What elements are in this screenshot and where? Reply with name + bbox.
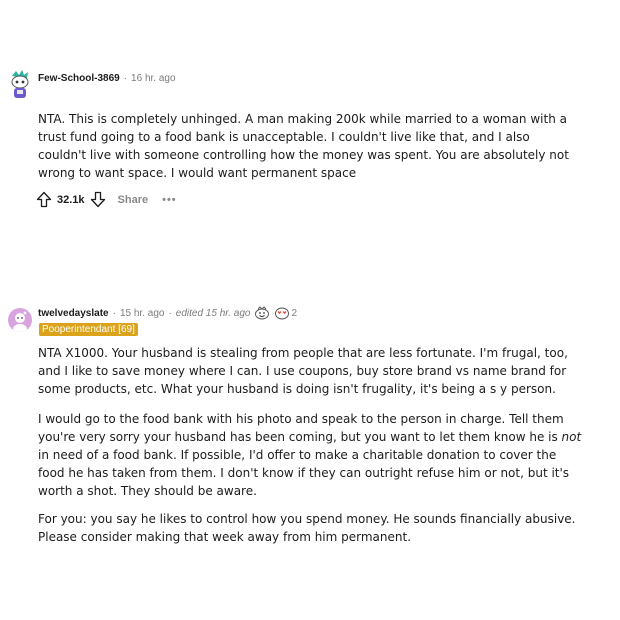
award-count: 2 — [291, 307, 298, 319]
upvote-button[interactable] — [36, 191, 52, 208]
award-badge[interactable] — [274, 306, 290, 320]
comment-timestamp[interactable]: 15 hr. ago — [120, 308, 164, 319]
wholesome-award-icon — [255, 306, 270, 320]
comment-author[interactable]: Few-School-3869 — [38, 73, 120, 84]
comment-meta: twelvedayslate · 15 hr. ago · edited 15 … — [38, 306, 297, 320]
comment-paragraph: For you: you say he likes to control how… — [38, 512, 576, 544]
user-flair: Pooperintendant [69] — [39, 323, 138, 336]
paragraph-text: in need of a food bank. If possible, I'd… — [38, 448, 570, 498]
downvote-button[interactable] — [90, 191, 106, 208]
separator-dot: · — [123, 73, 128, 84]
downvote-arrow-icon — [90, 191, 105, 208]
vote-count: 32.1k — [57, 193, 85, 206]
paragraph-text: I would go to the food bank with his pho… — [38, 412, 564, 444]
upvote-arrow-icon — [36, 191, 52, 208]
snoo-avatar-icon — [13, 311, 27, 332]
more-options-button[interactable]: ••• — [162, 194, 177, 206]
comment-paragraph: NTA X1000. Your husband is stealing from… — [38, 346, 568, 396]
emphasis-text: not — [561, 430, 582, 444]
comment-author[interactable]: twelvedayslate — [38, 308, 109, 319]
share-button[interactable]: Share — [118, 194, 149, 206]
separator-dot: · — [168, 307, 172, 319]
comment-1: Few-School-3869 · 16 hr. ago NTA. This i… — [0, 0, 620, 230]
user-avatar[interactable] — [8, 70, 32, 100]
user-avatar[interactable] — [8, 308, 32, 332]
award-badge[interactable] — [254, 306, 270, 320]
comment-paragraph: I would go to the food bank with his pho… — [38, 410, 583, 500]
snoo-avatar-icon — [11, 70, 29, 98]
comment-timestamp[interactable]: 16 hr. ago — [131, 73, 175, 84]
comment-meta: Few-School-3869 · 16 hr. ago — [38, 73, 176, 84]
comment-body: NTA. This is completely unhinged. A man … — [38, 112, 569, 180]
edited-timestamp: edited 15 hr. ago — [175, 307, 251, 319]
heart-eyes-award-icon — [275, 307, 290, 320]
separator-dot: · — [112, 307, 116, 319]
comment-actions: 32.1k Share ••• — [36, 191, 177, 208]
